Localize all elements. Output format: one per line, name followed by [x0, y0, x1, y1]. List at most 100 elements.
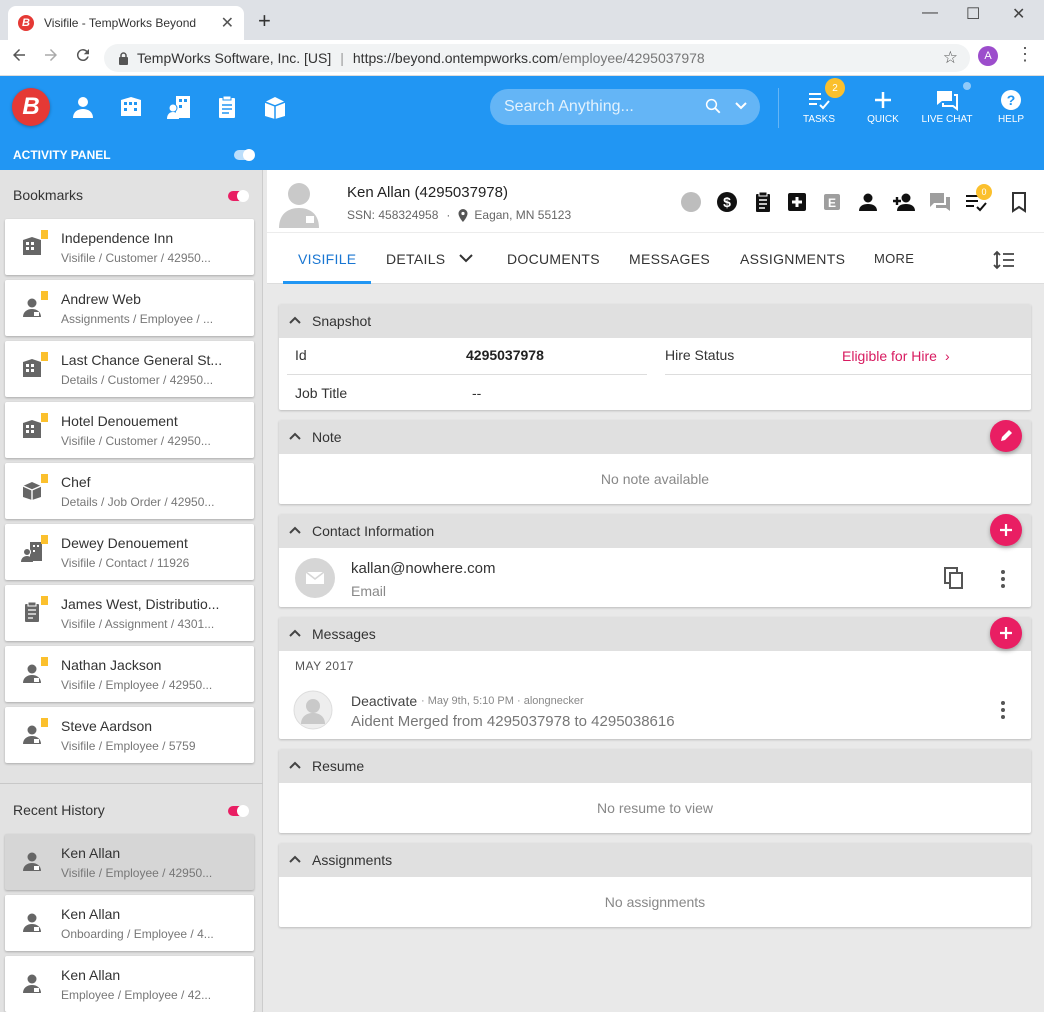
clipboard-icon[interactable] — [751, 190, 775, 214]
search-dropdown-icon[interactable] — [734, 99, 748, 113]
bookmark-card[interactable]: Independence Inn Visifile / Customer / 42… — [5, 219, 254, 275]
bookmark-card[interactable]: Nathan Jackson Visifile / Employee / 4295… — [5, 646, 254, 702]
bookmark-title: Andrew Web — [61, 291, 141, 307]
contact-email-type: Email — [351, 583, 387, 599]
clipboard-icon — [21, 601, 43, 623]
recent-card[interactable]: Ken Allan Onboarding / Employee / 4... — [5, 895, 254, 951]
window-close-icon[interactable]: ✕ — [1012, 4, 1025, 24]
browser-menu-icon[interactable]: ⋮ — [1016, 44, 1034, 65]
bookmark-card[interactable]: Steve Aardson Visifile / Employee / 5759 — [5, 707, 254, 763]
bookmark-star-icon[interactable]: ☆ — [943, 48, 958, 68]
pay-dollar-icon[interactable]: $ — [715, 190, 739, 214]
help-button[interactable]: ? HELP — [983, 88, 1039, 125]
bookmark-icon[interactable] — [1007, 190, 1031, 214]
no-note-text: No note available — [600, 471, 710, 487]
url-field[interactable]: TempWorks Software, Inc. [US] | https://… — [104, 44, 970, 72]
tab-details[interactable]: DETAILS — [386, 251, 445, 267]
recent-subtitle: Visifile / Employee / 42950... — [61, 866, 213, 880]
everify-e-icon[interactable]: E — [820, 190, 844, 214]
id-label: Id — [295, 347, 307, 363]
add-contact-button[interactable] — [990, 514, 1022, 546]
job-order-nav-icon[interactable] — [262, 94, 288, 120]
activity-panel-toggle[interactable] — [234, 149, 255, 161]
tasks-button[interactable]: TASKS 2 — [791, 78, 847, 125]
bookmark-flag-icon — [41, 657, 48, 666]
recent-history-title: Recent History — [13, 802, 105, 818]
bookmark-subtitle: Visifile / Contact / 11926 — [61, 556, 190, 570]
site-org-label: TempWorks Software, Inc. [US] — [137, 50, 332, 66]
hire-status-link[interactable]: Eligible for Hire › — [842, 348, 950, 364]
bookmark-card[interactable]: Hotel Denouement Visifile / Customer / 42… — [5, 402, 254, 458]
chevron-right-icon: › — [944, 348, 950, 364]
bookmark-card[interactable]: Chef Details / Job Order / 42950... — [5, 463, 254, 519]
customer-nav-icon[interactable] — [118, 94, 144, 120]
copy-icon[interactable] — [943, 566, 965, 590]
contact-icon — [21, 540, 43, 562]
bookmarks-toggle[interactable] — [228, 190, 249, 202]
employee-nav-icon[interactable] — [70, 94, 96, 120]
message-more-icon[interactable] — [1001, 701, 1005, 722]
tab-visifile[interactable]: VISIFILE — [298, 251, 356, 267]
message-meta: · May 9th, 5:10 PM · alongnecker — [421, 695, 584, 707]
add-message-button[interactable] — [990, 617, 1022, 649]
tab-more[interactable]: MORE — [874, 251, 914, 266]
message-item[interactable]: Deactivate · May 9th, 5:10 PM · alongneck… — [279, 689, 1031, 733]
bookmark-card[interactable]: James West, Distributio... Visifile / Ass… — [5, 585, 254, 641]
global-search-input[interactable]: Search Anything... — [490, 89, 760, 125]
bookmark-subtitle: Visifile / Assignment / 4301... — [61, 617, 215, 631]
recent-card[interactable]: Ken Allan Employee / Employee / 42... — [5, 956, 254, 1012]
bookmark-card[interactable]: Dewey Denouement Visifile / Contact / 119… — [5, 524, 254, 580]
note-header[interactable]: Note — [279, 420, 1031, 454]
recent-history-toggle[interactable] — [228, 805, 249, 817]
resume-header[interactable]: Resume — [279, 749, 1031, 783]
bookmark-flag-icon — [41, 413, 48, 422]
messages-header[interactable]: Messages — [279, 617, 1031, 651]
bookmark-card[interactable]: Last Chance General St... Details / Custo… — [5, 341, 254, 397]
lock-icon — [119, 51, 128, 65]
search-icon[interactable] — [704, 97, 722, 115]
id-value: 4295037978 — [466, 347, 544, 363]
beyond-logo[interactable]: B — [12, 88, 50, 126]
contact-email[interactable]: kallan@nowhere.com — [351, 560, 495, 577]
details-chevron-down-icon[interactable] — [459, 253, 473, 263]
assignments-header[interactable]: Assignments — [279, 843, 1031, 877]
new-tab-button[interactable]: + — [258, 8, 271, 34]
recent-card[interactable]: Ken Allan Visifile / Employee / 42950... — [5, 834, 254, 890]
live-chat-button[interactable]: LIVE CHAT — [919, 82, 975, 125]
browser-tabstrip: B Visifile - TempWorks Beyond ✕ + — ☐ ✕ — [0, 0, 1044, 40]
contact-nav-icon[interactable] — [166, 94, 192, 120]
tab-documents[interactable]: DOCUMENTS — [507, 251, 600, 267]
bookmark-card[interactable]: Andrew Web Assignments / Employee / ... — [5, 280, 254, 336]
medical-cross-icon[interactable] — [785, 190, 809, 214]
browser-tab[interactable]: B Visifile - TempWorks Beyond ✕ — [8, 6, 244, 40]
contact-more-icon[interactable] — [1001, 570, 1005, 591]
employee-tasks-badge: 0 — [976, 184, 992, 200]
minimize-icon[interactable]: — — [922, 4, 938, 22]
contact-header[interactable]: Contact Information — [279, 514, 1031, 548]
line-spacing-icon[interactable] — [993, 250, 1015, 270]
maximize-icon[interactable]: ☐ — [966, 4, 980, 24]
job-title-value: -- — [472, 385, 482, 401]
person-icon[interactable] — [856, 190, 880, 214]
comments-icon[interactable] — [928, 190, 952, 214]
plus-icon — [1000, 627, 1012, 639]
snapshot-header[interactable]: Snapshot — [279, 304, 1031, 338]
tab-messages[interactable]: MESSAGES — [629, 251, 710, 267]
status-circle-icon[interactable] — [679, 190, 703, 214]
edit-note-button[interactable] — [990, 420, 1022, 452]
assignment-nav-icon[interactable] — [214, 94, 240, 120]
resume-panel: Resume No resume to view — [279, 749, 1031, 833]
employee-tasks-icon[interactable]: 0 — [964, 184, 992, 214]
bookmark-title: Nathan Jackson — [61, 657, 162, 673]
reload-icon[interactable] — [74, 46, 92, 64]
address-bar: TempWorks Software, Inc. [US] | https://… — [0, 40, 1044, 76]
tab-assignments[interactable]: ASSIGNMENTS — [740, 251, 845, 267]
add-person-icon[interactable] — [892, 190, 916, 214]
back-icon[interactable] — [10, 46, 28, 64]
close-tab-icon[interactable]: ✕ — [221, 13, 234, 33]
help-icon: ? — [1001, 90, 1021, 110]
quick-button[interactable]: QUICK — [855, 88, 911, 125]
profile-avatar[interactable]: A — [978, 46, 998, 66]
forward-icon[interactable] — [42, 46, 60, 64]
message-body: Aident Merged from 4295037978 to 4295038… — [351, 713, 675, 730]
